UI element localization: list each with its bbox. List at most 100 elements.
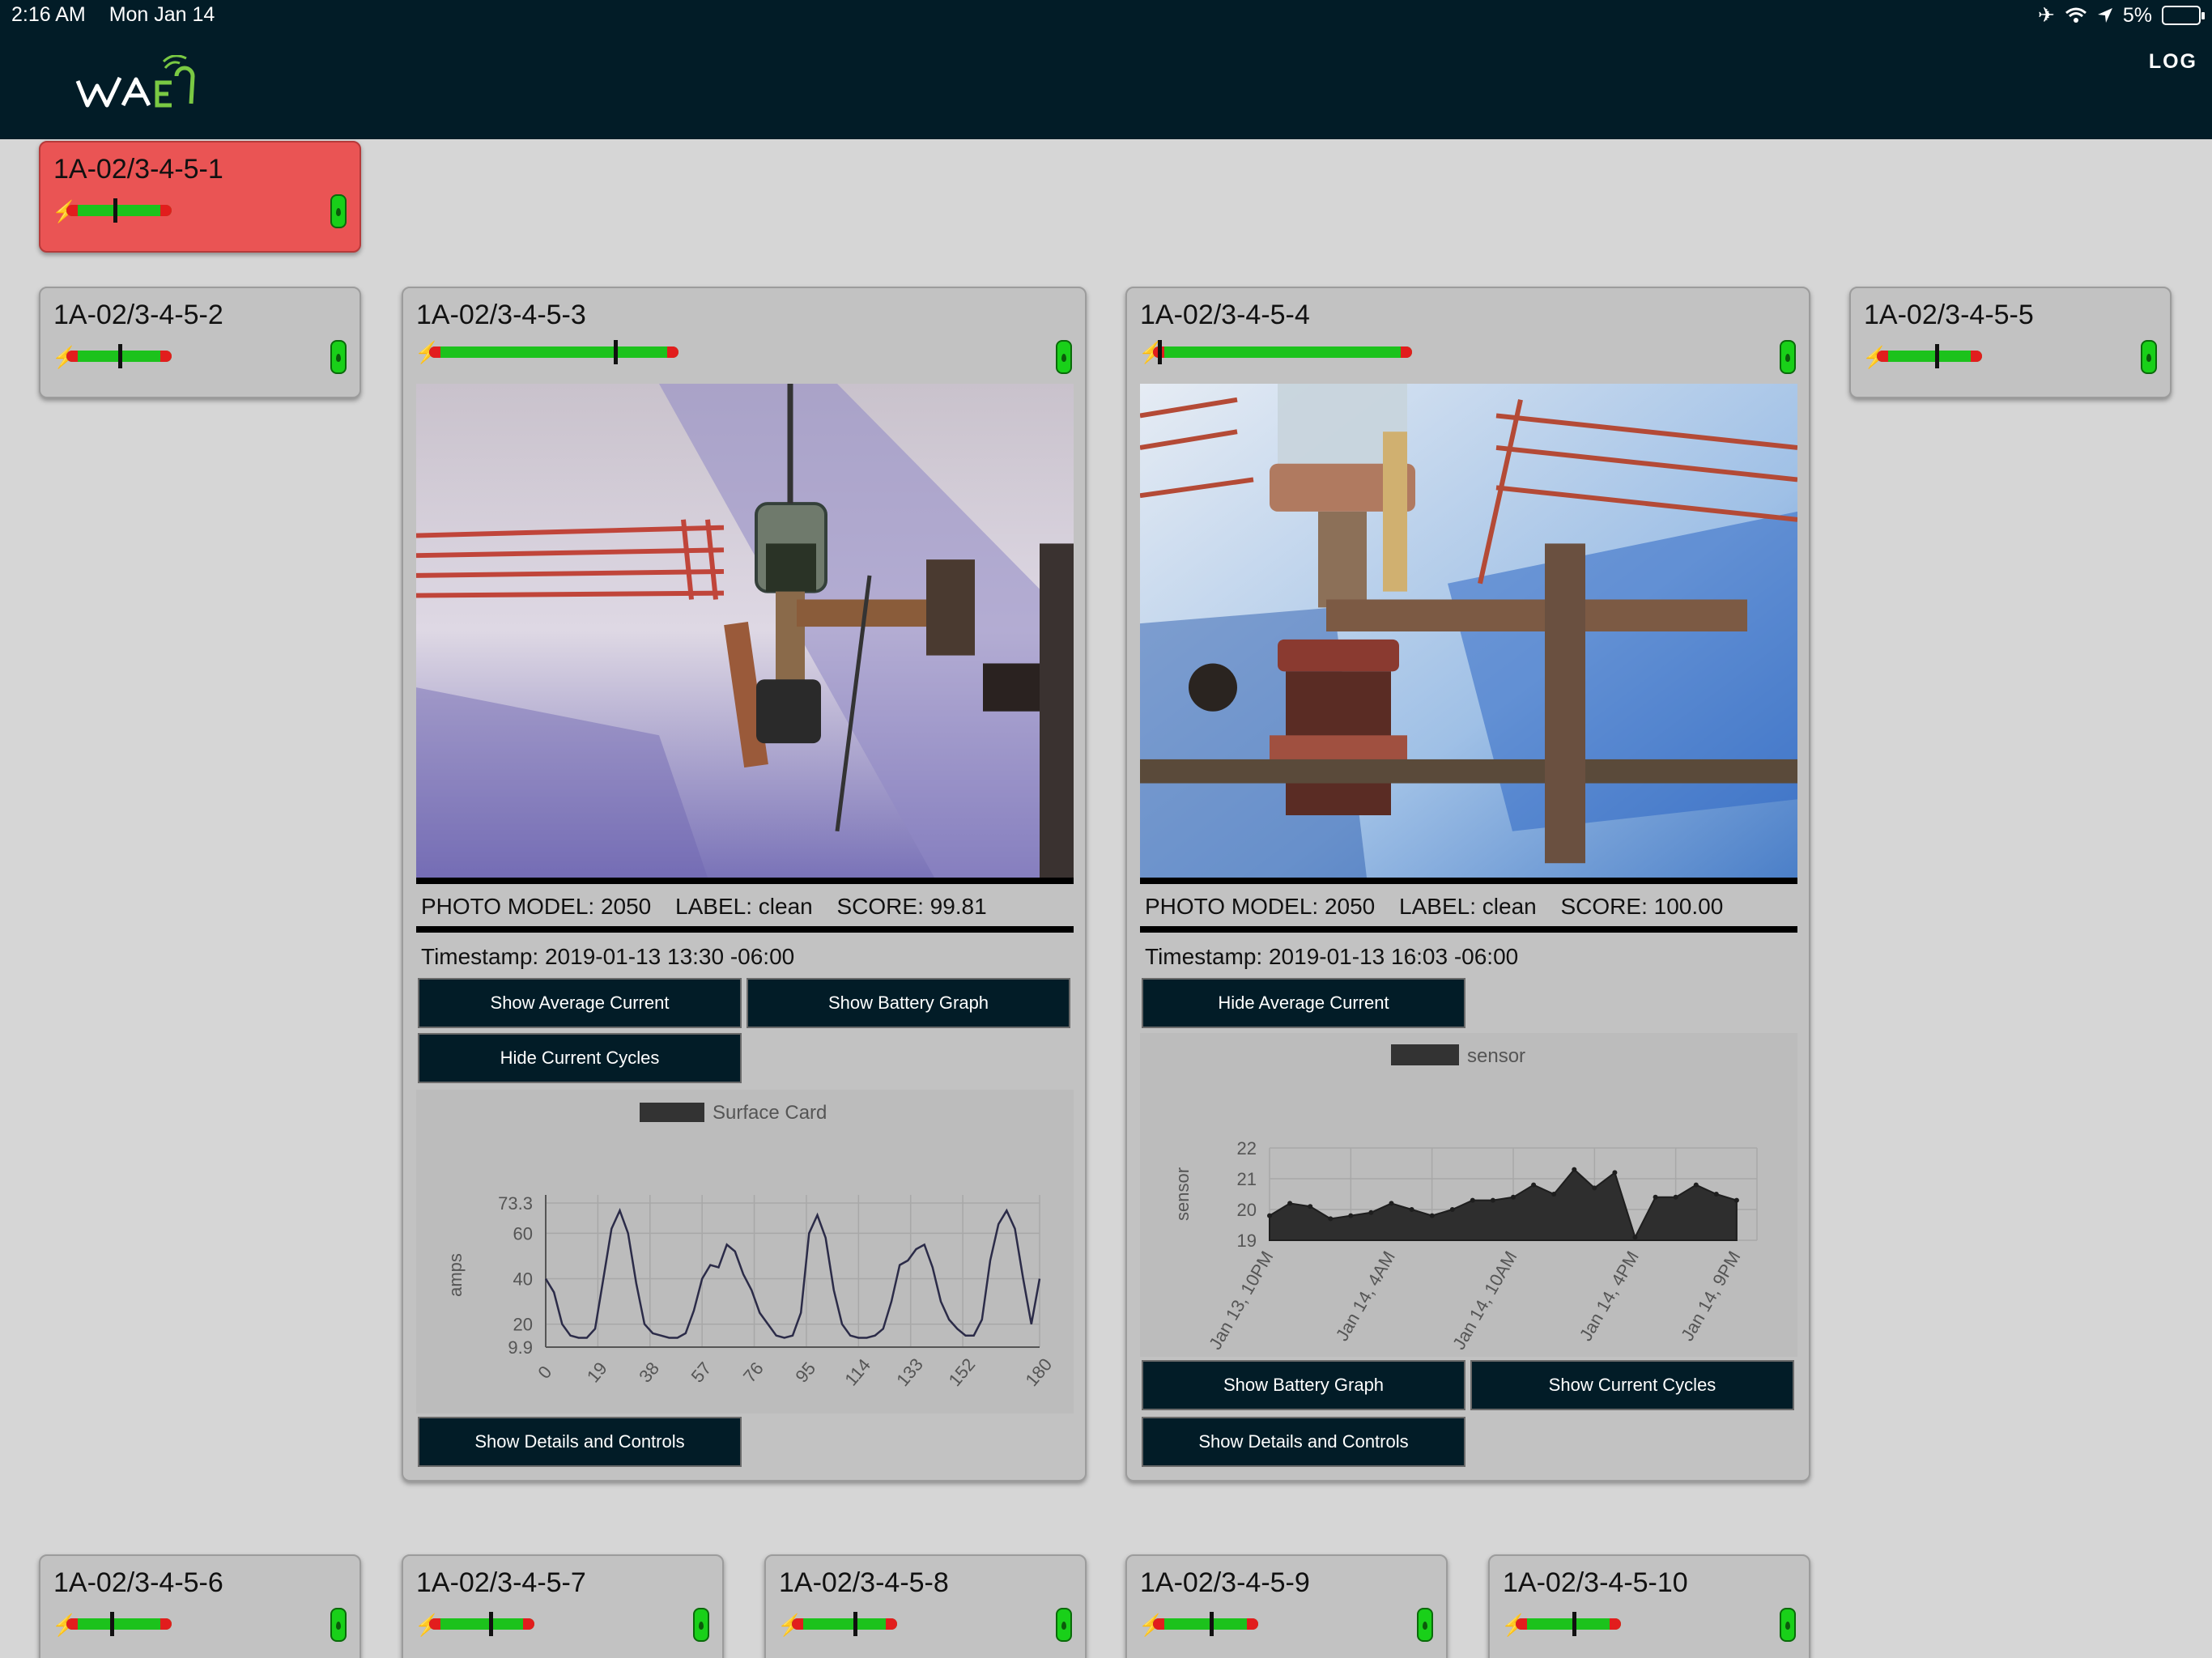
wellhead-photo <box>1140 384 1797 884</box>
photo-score: SCORE: 100.00 <box>1560 894 1724 919</box>
y-tick-label: 19 <box>1237 1231 1257 1251</box>
y-tick-label: 40 <box>513 1269 533 1289</box>
battery-meter <box>1153 1612 1258 1636</box>
sensor-point <box>1733 1197 1739 1203</box>
well-card-expanded[interactable]: 1A-02/3-4-5-4 ⚡ PHOTO MODEL: 2050 LABEL:… <box>1125 287 1810 1482</box>
sensor-point <box>1449 1207 1455 1212</box>
photo-label: LABEL: clean <box>1399 894 1537 919</box>
wave9-logo <box>75 55 195 108</box>
sensor-point <box>1429 1213 1435 1218</box>
water-drop-icon <box>1780 340 1796 374</box>
sensor-point <box>1713 1192 1719 1197</box>
battery-meter <box>66 1612 172 1636</box>
card-title: 1A-02/3-4-5-6 <box>53 1567 223 1598</box>
x-tick-label: 152 <box>945 1354 980 1390</box>
well-card[interactable]: 1A-02/3-4-5-10 ⚡ <box>1488 1554 1810 1658</box>
sensor-point <box>1308 1204 1313 1209</box>
sensor-point <box>1551 1192 1557 1197</box>
water-drop-icon <box>1056 340 1072 374</box>
sensor-point <box>1287 1201 1293 1206</box>
y-tick-label: 20 <box>513 1315 533 1335</box>
well-card[interactable]: 1A-02/3-4-5-1 ⚡ <box>39 141 361 253</box>
x-tick-label: 133 <box>892 1354 927 1390</box>
legend-label: Surface Card <box>713 1102 827 1124</box>
meter-marker <box>1935 344 1939 368</box>
well-card[interactable]: 1A-02/3-4-5-6 ⚡ <box>39 1554 361 1658</box>
show-details-button[interactable]: Show Details and Controls <box>1142 1417 1465 1467</box>
photo-meta: PHOTO MODEL: 2050 LABEL: clean SCORE: 99… <box>421 894 1005 920</box>
x-tick-label: 57 <box>687 1358 716 1387</box>
app-header: 2:16 AM Mon Jan 14 ✈ 5% LOG <box>0 0 2212 139</box>
sensor-point <box>1267 1213 1272 1218</box>
sensor-point <box>1592 1185 1597 1191</box>
divider <box>1140 926 1797 933</box>
sensor-point <box>1470 1197 1475 1203</box>
timestamp: Timestamp: 2019-01-13 16:03 -06:00 <box>1145 944 1519 969</box>
location-icon <box>2097 8 2112 23</box>
card-title: 1A-02/3-4-5-5 <box>1864 300 2034 330</box>
surface-card-svg: Surface Card 73.3 60 40 209.90 19 38 57 76 95 114 1… <box>445 1102 1056 1390</box>
meter-marker <box>489 1612 493 1636</box>
surface-card-line <box>544 1208 1041 1339</box>
sensor-point <box>1632 1235 1638 1240</box>
sensor-point <box>1490 1197 1495 1203</box>
x-tick-label: 95 <box>791 1358 819 1387</box>
water-drop-icon <box>693 1608 709 1642</box>
log-button[interactable]: LOG <box>2149 50 2197 74</box>
sensor-point <box>1612 1170 1618 1175</box>
hide-current-cycles-button[interactable]: Hide Current Cycles <box>418 1033 742 1083</box>
y-axis-label: sensor <box>1172 1167 1193 1221</box>
well-card-expanded[interactable]: 1A-02/3-4-5-3 ⚡ PHOTO MODEL: 2050 LABEL:… <box>402 287 1087 1482</box>
battery-percent: 5% <box>2122 3 2152 27</box>
show-battery-graph-button[interactable]: Show Battery Graph <box>1142 1360 1465 1410</box>
sensor-point <box>1531 1182 1537 1188</box>
battery-meter <box>66 198 172 223</box>
meter-marker <box>1210 1612 1214 1636</box>
sensor-chart: sensor 22 21 20 19 Jan 13, 10PM Jan 14, 4AM Jan… <box>1140 1033 1797 1357</box>
x-tick-label: Jan 14, 4AM <box>1332 1248 1399 1344</box>
card-title: 1A-02/3-4-5-4 <box>1140 300 1310 330</box>
sensor-point <box>1328 1216 1334 1222</box>
x-tick-label: 76 <box>739 1358 768 1387</box>
legend-swatch <box>1391 1044 1459 1065</box>
well-card[interactable]: 1A-02/3-4-5-2 ⚡ <box>39 287 361 398</box>
water-drop-icon <box>330 1608 347 1642</box>
battery-meter <box>66 344 172 368</box>
show-details-button[interactable]: Show Details and Controls <box>418 1417 742 1467</box>
wellhead-photo <box>416 384 1074 884</box>
y-tick-label: 60 <box>513 1223 533 1244</box>
well-card[interactable]: 1A-02/3-4-5-8 ⚡ <box>764 1554 1087 1658</box>
water-drop-icon <box>1417 1608 1433 1642</box>
battery-meter <box>1877 344 1982 368</box>
water-drop-icon <box>330 194 347 228</box>
wifi-icon <box>2065 7 2087 23</box>
well-card[interactable]: 1A-02/3-4-5-9 ⚡ <box>1125 1554 1448 1658</box>
sensor-point <box>1572 1167 1577 1172</box>
meter-marker <box>113 198 117 223</box>
battery-meter <box>429 1612 534 1636</box>
well-card[interactable]: 1A-02/3-4-5-7 ⚡ <box>402 1554 724 1658</box>
x-tick-label: Jan 13, 10PM <box>1205 1248 1278 1353</box>
battery-meter <box>429 340 678 364</box>
legend-label: sensor <box>1467 1045 1525 1067</box>
show-battery-graph-button[interactable]: Show Battery Graph <box>747 978 1070 1028</box>
show-current-cycles-button[interactable]: Show Current Cycles <box>1470 1360 1794 1410</box>
status-time: 2:16 AM <box>11 3 86 26</box>
show-average-current-button[interactable]: Show Average Current <box>418 978 742 1028</box>
meter-marker <box>1572 1612 1576 1636</box>
water-drop-icon <box>2141 340 2157 374</box>
battery-icon <box>2162 6 2205 25</box>
y-axis-label: amps <box>445 1253 466 1297</box>
sensor-point <box>1409 1207 1414 1212</box>
x-tick-label: 0 <box>534 1362 555 1382</box>
well-card[interactable]: 1A-02/3-4-5-5 ⚡ <box>1849 287 2172 398</box>
photo-score: SCORE: 99.81 <box>836 894 987 919</box>
card-title: 1A-02/3-4-5-9 <box>1140 1567 1310 1598</box>
hide-average-current-button[interactable]: Hide Average Current <box>1142 978 1465 1028</box>
sensor-svg: sensor 22 21 20 19Jan 13, 10PM Jan 14, 4AM Jan… <box>1172 1044 1758 1353</box>
sensor-point <box>1693 1182 1699 1188</box>
y-tick-label: 9.9 <box>508 1337 533 1358</box>
card-title: 1A-02/3-4-5-1 <box>53 154 223 185</box>
sensor-point <box>1511 1194 1516 1200</box>
sensor-point <box>1368 1209 1374 1215</box>
